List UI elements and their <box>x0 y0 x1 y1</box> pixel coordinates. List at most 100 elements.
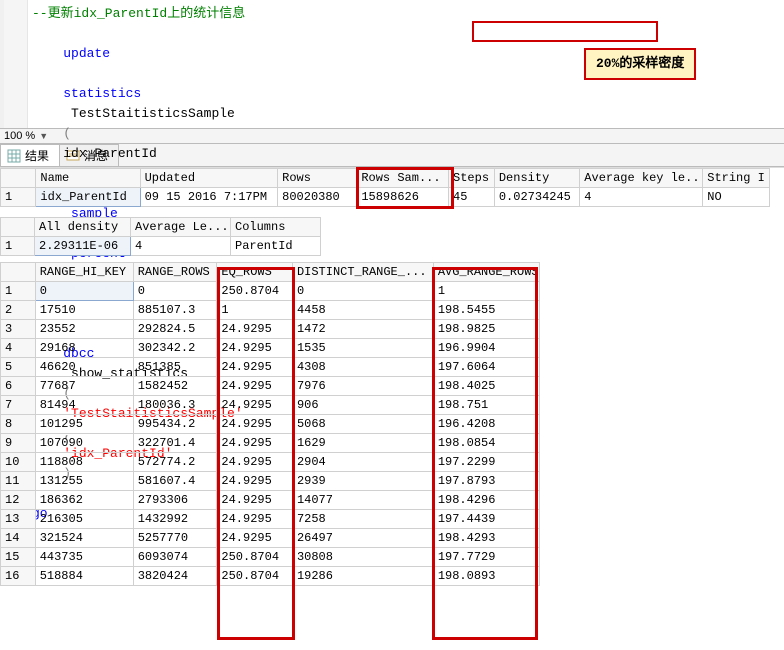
cell[interactable]: 101295 <box>35 415 133 434</box>
cell[interactable]: 572774.2 <box>133 453 217 472</box>
cell[interactable]: 0 <box>133 282 217 301</box>
cell[interactable]: 197.8793 <box>433 472 539 491</box>
histogram-grid[interactable]: RANGE_HI_KEY RANGE_ROWS EQ_ROWS DISTINCT… <box>0 262 540 586</box>
cell[interactable]: 5068 <box>292 415 433 434</box>
col-range-rows[interactable]: RANGE_ROWS <box>133 263 217 282</box>
cell[interactable]: 5257770 <box>133 529 217 548</box>
table-row[interactable]: 54662085138524.92954308197.6064 <box>1 358 540 377</box>
cell[interactable]: 1 <box>217 301 293 320</box>
cell[interactable]: 2904 <box>292 453 433 472</box>
table-row[interactable]: 13216305143299224.92957258197.4439 <box>1 510 540 529</box>
density-vector-grid[interactable]: All density Average Le... Columns 1 2.29… <box>0 217 321 256</box>
table-row[interactable]: 11131255581607.424.92952939197.8793 <box>1 472 540 491</box>
cell[interactable]: 19286 <box>292 567 433 586</box>
cell[interactable]: 1472 <box>292 320 433 339</box>
cell-avg-len[interactable]: 4 <box>131 237 231 256</box>
cell[interactable]: 851385 <box>133 358 217 377</box>
cell[interactable]: 24.9295 <box>217 415 293 434</box>
col-updated[interactable]: Updated <box>140 169 278 188</box>
cell[interactable]: 24.9295 <box>217 320 293 339</box>
col-avg-len[interactable]: Average Le... <box>131 218 231 237</box>
cell[interactable]: 198.0854 <box>433 434 539 453</box>
cell-steps[interactable]: 45 <box>449 188 495 207</box>
cell[interactable]: 198.4296 <box>433 491 539 510</box>
table-row[interactable]: 429168302342.224.92951535196.9904 <box>1 339 540 358</box>
cell[interactable]: 24.9295 <box>217 434 293 453</box>
cell[interactable]: 197.6064 <box>433 358 539 377</box>
cell[interactable]: 196.9904 <box>433 339 539 358</box>
col-name[interactable]: Name <box>36 169 140 188</box>
cell-rows[interactable]: 80020380 <box>278 188 357 207</box>
cell[interactable]: 24.9295 <box>217 377 293 396</box>
cell[interactable]: 322701.4 <box>133 434 217 453</box>
table-row[interactable]: 9107090322701.424.92951629198.0854 <box>1 434 540 453</box>
cell[interactable]: 7258 <box>292 510 433 529</box>
cell[interactable]: 1582452 <box>133 377 217 396</box>
cell[interactable]: 321524 <box>35 529 133 548</box>
col-avg-key-len[interactable]: Average key le... <box>580 169 703 188</box>
cell[interactable]: 29168 <box>35 339 133 358</box>
cell[interactable]: 1 <box>433 282 539 301</box>
table-row[interactable]: 677687158245224.92957976198.4025 <box>1 377 540 396</box>
cell-string-index[interactable]: NO <box>703 188 770 207</box>
cell[interactable]: 198.4025 <box>433 377 539 396</box>
cell[interactable]: 186362 <box>35 491 133 510</box>
cell[interactable]: 7976 <box>292 377 433 396</box>
cell[interactable]: 4458 <box>292 301 433 320</box>
cell[interactable]: 17510 <box>35 301 133 320</box>
cell[interactable]: 198.4293 <box>433 529 539 548</box>
table-row[interactable]: 781494180036.324.9295906198.751 <box>1 396 540 415</box>
cell[interactable]: 24.9295 <box>217 339 293 358</box>
cell[interactable]: 196.4208 <box>433 415 539 434</box>
cell[interactable]: 250.8704 <box>217 567 293 586</box>
table-row[interactable]: 12186362279330624.929514077198.4296 <box>1 491 540 510</box>
col-eq-rows[interactable]: EQ_ROWS <box>217 263 293 282</box>
cell[interactable]: 198.9825 <box>433 320 539 339</box>
cell[interactable]: 0 <box>35 282 133 301</box>
cell-avg-key-len[interactable]: 4 <box>580 188 703 207</box>
cell[interactable]: 14077 <box>292 491 433 510</box>
cell[interactable]: 250.8704 <box>217 282 293 301</box>
cell[interactable]: 46620 <box>35 358 133 377</box>
col-distinct-range[interactable]: DISTINCT_RANGE_... <box>292 263 433 282</box>
col-avg-range-rows[interactable]: AVG_RANGE_ROWS <box>433 263 539 282</box>
cell[interactable]: 885107.3 <box>133 301 217 320</box>
col-steps[interactable]: Steps <box>449 169 495 188</box>
table-row[interactable]: 1 idx_ParentId 09 15 2016 7:17PM 8002038… <box>1 188 770 207</box>
cell[interactable]: 2793306 <box>133 491 217 510</box>
cell-name[interactable]: idx_ParentId <box>36 188 140 207</box>
cell[interactable]: 118808 <box>35 453 133 472</box>
cell[interactable]: 3820424 <box>133 567 217 586</box>
cell[interactable]: 180036.3 <box>133 396 217 415</box>
cell[interactable]: 26497 <box>292 529 433 548</box>
table-row[interactable]: 100250.870401 <box>1 282 540 301</box>
cell[interactable]: 518884 <box>35 567 133 586</box>
cell[interactable]: 0 <box>292 282 433 301</box>
cell[interactable]: 198.0893 <box>433 567 539 586</box>
table-row[interactable]: 8101295995434.224.92955068196.4208 <box>1 415 540 434</box>
col-rows-sampled[interactable]: Rows Sam... <box>357 169 449 188</box>
cell[interactable]: 131255 <box>35 472 133 491</box>
cell[interactable]: 906 <box>292 396 433 415</box>
cell-columns[interactable]: ParentId <box>231 237 321 256</box>
cell[interactable]: 24.9295 <box>217 510 293 529</box>
cell[interactable]: 198.5455 <box>433 301 539 320</box>
cell-all-density[interactable]: 2.29311E-06 <box>35 237 131 256</box>
table-row[interactable]: 154437356093074250.870430808197.7729 <box>1 548 540 567</box>
cell[interactable]: 581607.4 <box>133 472 217 491</box>
cell-rows-sampled[interactable]: 15898626 <box>357 188 449 207</box>
table-row[interactable]: 323552292824.524.92951472198.9825 <box>1 320 540 339</box>
col-all-density[interactable]: All density <box>35 218 131 237</box>
col-columns[interactable]: Columns <box>231 218 321 237</box>
col-range-hi-key[interactable]: RANGE_HI_KEY <box>35 263 133 282</box>
cell[interactable]: 4308 <box>292 358 433 377</box>
cell[interactable]: 1432992 <box>133 510 217 529</box>
cell-updated[interactable]: 09 15 2016 7:17PM <box>140 188 278 207</box>
cell[interactable]: 1535 <box>292 339 433 358</box>
cell[interactable]: 6093074 <box>133 548 217 567</box>
cell[interactable]: 30808 <box>292 548 433 567</box>
cell[interactable]: 24.9295 <box>217 358 293 377</box>
cell[interactable]: 24.9295 <box>217 491 293 510</box>
cell[interactable]: 198.751 <box>433 396 539 415</box>
col-rows[interactable]: Rows <box>278 169 357 188</box>
